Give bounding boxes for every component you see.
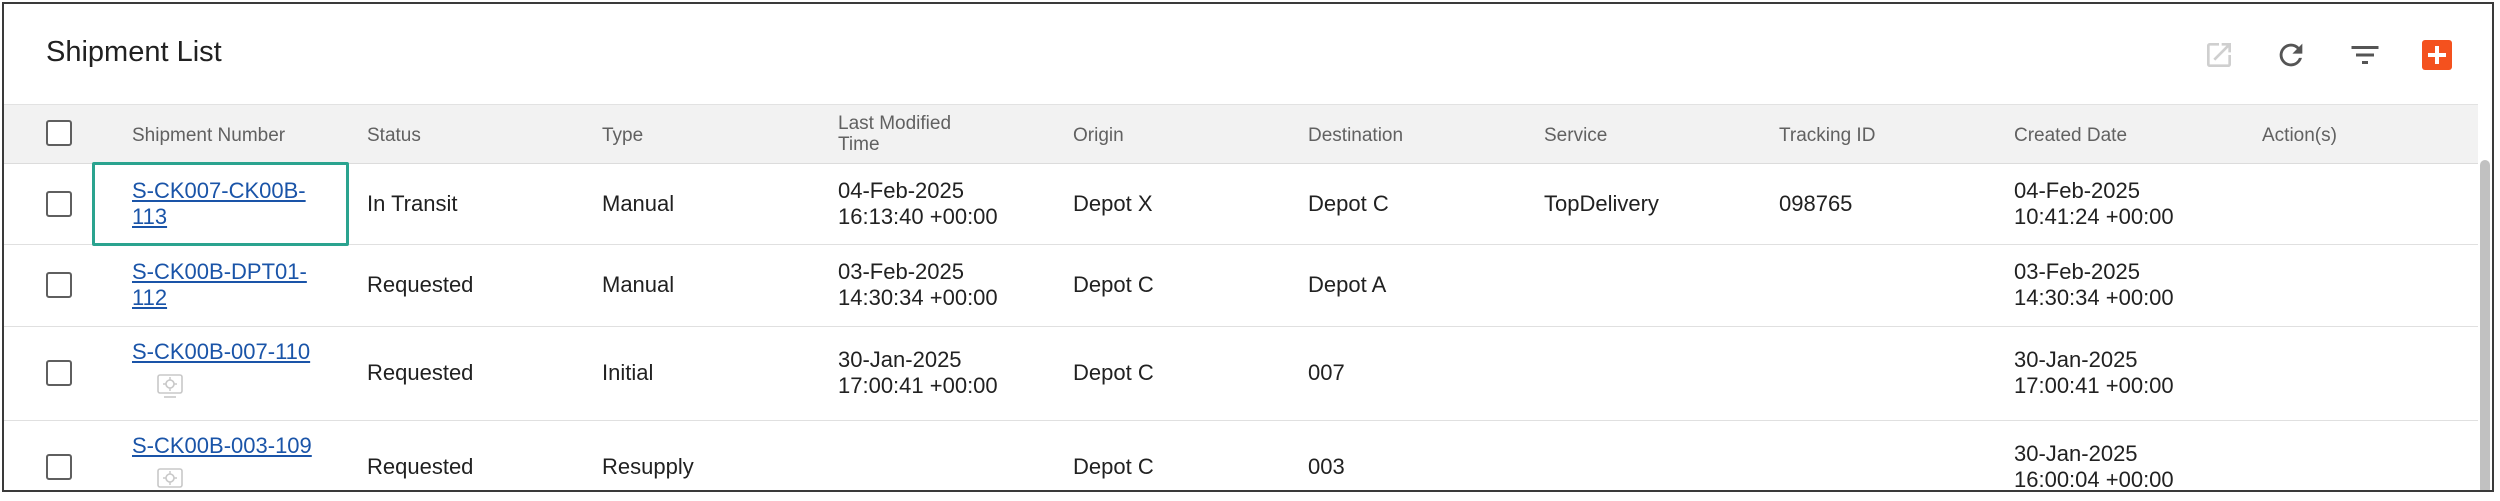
column-header-last-modified-line2: Time [838, 134, 880, 155]
created-date-cell: 03-Feb-2025 14:30:34 +00:00 [2014, 259, 2174, 311]
created-date-cell: 04-Feb-2025 10:41:24 +00:00 [2014, 178, 2174, 230]
table-row[interactable]: S-CK00B-003-109 Requested Resupply Depot… [4, 421, 2478, 492]
open-in-new-icon [2207, 43, 2231, 67]
modified-time: 14:30:34 +00:00 [838, 285, 998, 310]
auto-generated-icon [157, 374, 183, 398]
column-header-created-date[interactable]: Created Date [2014, 125, 2127, 146]
created-date-cell: 30-Jan-2025 16:00:04 +00:00 [2014, 441, 2174, 492]
row-checkbox[interactable] [46, 360, 72, 386]
destination-cell: 003 [1308, 454, 1345, 479]
destination-cell: Depot A [1308, 272, 1387, 297]
select-all-checkbox[interactable] [46, 120, 72, 146]
shipment-number-line1: S-CK00B-DPT01- [132, 259, 307, 284]
created-date: 30-Jan-2025 [2014, 347, 2138, 372]
row-checkbox[interactable] [46, 454, 72, 480]
created-date: 03-Feb-2025 [2014, 259, 2140, 284]
column-header-shipment-number[interactable]: Shipment Number [132, 125, 285, 146]
row-checkbox[interactable] [46, 191, 72, 217]
created-time: 16:00:04 +00:00 [2014, 467, 2174, 492]
last-modified-cell: 04-Feb-2025 16:13:40 +00:00 [838, 178, 998, 230]
filter-list-icon [2351, 46, 2379, 64]
type-cell: Resupply [602, 454, 694, 479]
page-title: Shipment List [46, 36, 222, 68]
status-cell: Requested [367, 272, 474, 297]
table-header: Shipment Number Status Type Last Modifie… [4, 104, 2478, 164]
last-modified-cell: 03-Feb-2025 14:30:34 +00:00 [838, 259, 998, 311]
type-cell: Manual [602, 191, 675, 216]
origin-cell: Depot X [1073, 191, 1153, 216]
table-row[interactable]: S-CK007-CK00B- 113 In Transit Manual 04-… [4, 164, 2478, 245]
service-cell: TopDelivery [1544, 191, 1659, 216]
export-button[interactable] [2198, 34, 2240, 76]
last-modified-cell: 30-Jan-2025 17:00:41 +00:00 [838, 347, 998, 399]
column-header-last-modified-line1: Last Modified [838, 113, 952, 134]
shipment-number-line2: 113 [132, 204, 168, 229]
table-row[interactable]: S-CK00B-007-110 Requested Initial 30-Jan… [4, 327, 2478, 421]
created-date-cell: 30-Jan-2025 17:00:41 +00:00 [2014, 347, 2174, 399]
row-checkbox[interactable] [46, 272, 72, 298]
column-header-last-modified[interactable]: Last Modified Time [838, 113, 951, 155]
panel-header: Shipment List [4, 4, 2492, 104]
column-header-status[interactable]: Status [367, 125, 421, 146]
created-date: 04-Feb-2025 [2014, 178, 2140, 203]
shipment-number-link[interactable]: S-CK00B-DPT01- 112 [132, 259, 307, 311]
auto-generated-icon [157, 468, 183, 488]
modified-date: 03-Feb-2025 [838, 259, 964, 284]
status-cell: In Transit [367, 191, 458, 216]
vertical-scrollbar[interactable] [2480, 160, 2490, 490]
modified-time: 17:00:41 +00:00 [838, 373, 998, 398]
created-time: 10:41:24 +00:00 [2014, 204, 2174, 229]
type-cell: Initial [602, 360, 654, 385]
modified-date: 30-Jan-2025 [838, 347, 962, 372]
origin-cell: Depot C [1073, 360, 1154, 385]
destination-cell: 007 [1308, 360, 1345, 385]
refresh-button[interactable] [2270, 34, 2312, 76]
filter-button[interactable] [2344, 34, 2386, 76]
created-time: 17:00:41 +00:00 [2014, 373, 2174, 398]
tracking-id-cell: 098765 [1779, 191, 1853, 216]
refresh-icon [2279, 43, 2303, 67]
shipment-number-link[interactable]: S-CK00B-007-110 [132, 339, 310, 365]
modified-date: 04-Feb-2025 [838, 178, 964, 203]
modified-time: 16:13:40 +00:00 [838, 204, 998, 229]
column-header-type[interactable]: Type [602, 125, 643, 146]
shipment-number-line1: S-CK007-CK00B- [132, 178, 306, 203]
column-header-tracking-id[interactable]: Tracking ID [1779, 125, 1875, 146]
add-shipment-button[interactable] [2416, 34, 2458, 76]
column-header-service[interactable]: Service [1544, 125, 1607, 146]
column-header-destination[interactable]: Destination [1308, 125, 1403, 146]
status-cell: Requested [367, 360, 474, 385]
shipment-number-link[interactable]: S-CK00B-003-109 [132, 433, 312, 459]
shipment-number-line2: 112 [132, 285, 168, 310]
destination-cell: Depot C [1308, 191, 1389, 216]
origin-cell: Depot C [1073, 272, 1154, 297]
created-time: 14:30:34 +00:00 [2014, 285, 2174, 310]
status-cell: Requested [367, 454, 474, 479]
shipment-number-link[interactable]: S-CK007-CK00B- 113 [132, 178, 306, 230]
origin-cell: Depot C [1073, 454, 1154, 479]
created-date: 30-Jan-2025 [2014, 441, 2138, 466]
table-row[interactable]: S-CK00B-DPT01- 112 Requested Manual 03-F… [4, 245, 2478, 327]
column-header-origin[interactable]: Origin [1073, 125, 1124, 146]
column-header-actions: Action(s) [2262, 125, 2337, 146]
type-cell: Manual [602, 272, 675, 297]
plus-icon [2422, 40, 2452, 70]
shipment-list-panel: Shipment List Shipment Number Status Typ… [2, 2, 2494, 492]
